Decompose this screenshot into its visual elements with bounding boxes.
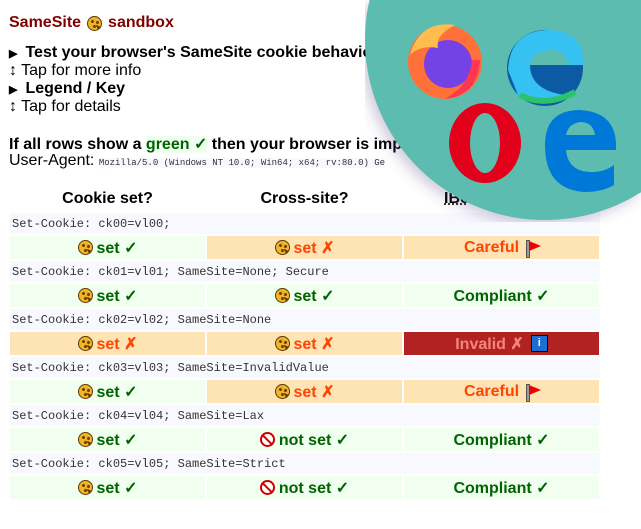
- green-check-label: green ✓: [145, 136, 208, 153]
- result-cell-cross-site: set ✗: [207, 380, 402, 403]
- header-cookie-set: Cookie set?: [62, 190, 153, 207]
- summary-label: Test your browser's SameSite cookie beha…: [25, 44, 373, 61]
- result-label: set ✓: [96, 431, 138, 449]
- opera-logo: [449, 103, 521, 183]
- triangle-right-icon: ▶: [9, 84, 18, 96]
- intro-part: If all rows show a: [9, 136, 146, 153]
- result-label: set ✓: [96, 239, 138, 257]
- cookie-icon: [77, 240, 93, 255]
- set-cookie-header-row: Set-Cookie: ck02=vl02; SameSite=None: [10, 309, 600, 330]
- result-label: Compliant ✓: [453, 479, 550, 497]
- result-cell-cookie-set: set ✗: [10, 332, 205, 355]
- summary-label: Legend / Key: [25, 80, 126, 97]
- cookie-icon: [77, 336, 93, 351]
- intro-text: If all rows show a green ✓ then your bro…: [9, 134, 402, 154]
- result-label: not set ✓: [278, 479, 350, 497]
- result-label: Compliant ✓: [453, 287, 550, 305]
- cookie-icon: [274, 384, 290, 399]
- result-label: Careful: [463, 382, 520, 400]
- result-cell-cross-site: not set ✓: [207, 476, 402, 499]
- result-cell-compliance: Careful: [404, 380, 599, 403]
- cookie-icon: [77, 480, 93, 495]
- result-label: set ✗: [293, 335, 335, 353]
- result-cell-compliance: Compliant ✓: [404, 284, 599, 307]
- cookie-icon: [274, 336, 290, 351]
- user-agent-label: User-Agent:: [9, 152, 95, 169]
- hint-label: Tap for details: [21, 98, 121, 115]
- result-label: set ✗: [96, 335, 138, 353]
- no-entry-icon: [259, 432, 275, 447]
- result-cell-compliance: Careful: [404, 236, 599, 259]
- cookie-icon: [274, 288, 290, 303]
- up-down-arrow-icon: ↕: [9, 62, 17, 79]
- red-flag-icon: [525, 383, 542, 402]
- result-label: Invalid ✗: [455, 335, 524, 353]
- browser-logos: [365, 0, 641, 221]
- result-cell-cross-site: set ✗: [207, 236, 402, 259]
- result-cell-cross-site: set ✗: [207, 332, 402, 355]
- result-label: set ✓: [96, 479, 138, 497]
- result-label: Compliant ✓: [453, 431, 550, 449]
- result-cell-cookie-set: set ✓: [10, 236, 205, 259]
- user-agent-value: Mozilla/5.0 (Windows NT 10.0; Win64; x64…: [98, 158, 386, 168]
- triangle-right-icon: ▶: [9, 48, 18, 60]
- result-cell-cookie-set: set ✓: [10, 284, 205, 307]
- cookie-icon: [274, 240, 290, 255]
- page-title: SameSite sandbox: [9, 14, 174, 32]
- cookie-icon: [77, 288, 93, 303]
- result-label: set ✗: [293, 383, 335, 401]
- title-text: SameSite: [9, 14, 82, 31]
- result-cell-cookie-set: set ✓: [10, 428, 205, 451]
- details-test-hint[interactable]: ↕ Tap for more info: [9, 62, 141, 80]
- title-text: sandbox: [108, 14, 174, 31]
- result-cell-cookie-set: set ✓: [10, 476, 205, 499]
- result-label: Careful: [463, 238, 520, 256]
- result-label: set ✓: [96, 287, 138, 305]
- result-label: set ✓: [96, 383, 138, 401]
- result-label: not set ✓: [278, 431, 350, 449]
- set-cookie-header-row: Set-Cookie: ck05=vl05; SameSite=Strict: [10, 453, 600, 474]
- edge-logo: [507, 30, 584, 106]
- details-test-summary[interactable]: ▶ Test your browser's SameSite cookie beh…: [9, 44, 372, 62]
- result-label: set ✓: [293, 287, 335, 305]
- cookie-icon: [77, 384, 93, 399]
- user-agent: User-Agent: Mozilla/5.0 (Windows NT 10.0…: [9, 152, 386, 170]
- details-legend-hint[interactable]: ↕ Tap for details: [9, 98, 121, 116]
- result-cell-cross-site: not set ✓: [207, 428, 402, 451]
- details-legend-summary[interactable]: ▶ Legend / Key: [9, 80, 125, 98]
- set-cookie-header-row: Set-Cookie: ck03=vl03; SameSite=InvalidV…: [10, 357, 600, 378]
- result-cell-compliance: Invalid ✗ i: [404, 332, 599, 355]
- result-cell-compliance: Compliant ✓: [404, 428, 599, 451]
- info-icon[interactable]: i: [530, 335, 548, 352]
- result-cell-compliance: Compliant ✓: [404, 476, 599, 499]
- cookie-icon: [87, 15, 103, 31]
- red-flag-icon: [525, 239, 542, 258]
- hint-label: Tap for more info: [21, 62, 142, 79]
- result-label: set ✗: [293, 239, 335, 257]
- result-cell-cross-site: set ✓: [207, 284, 402, 307]
- result-cell-cookie-set: set ✓: [10, 380, 205, 403]
- set-cookie-header-row: Set-Cookie: ck04=vl04; SameSite=Lax: [10, 405, 600, 426]
- up-down-arrow-icon: ↕: [9, 98, 17, 115]
- no-entry-icon: [259, 480, 275, 495]
- set-cookie-header-row: Set-Cookie: ck01=vl01; SameSite=None; Se…: [10, 261, 600, 282]
- cookie-icon: [77, 432, 93, 447]
